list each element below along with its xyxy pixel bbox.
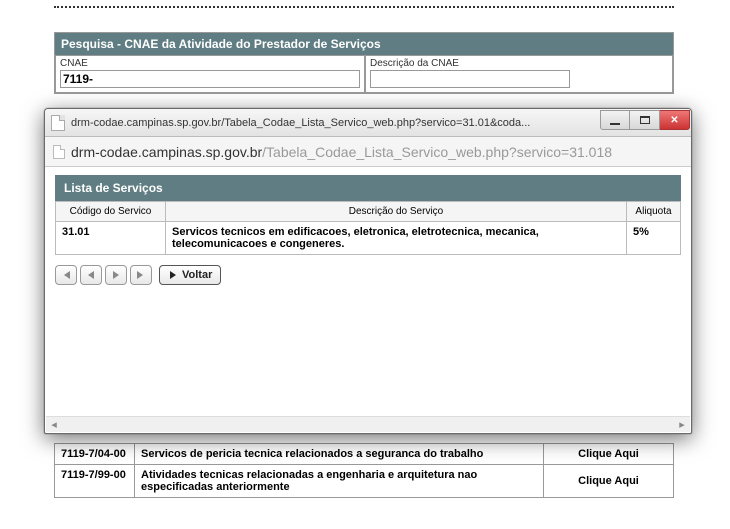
background-results-table: 7119-7/04-00 Servicos de pericia tecnica… xyxy=(54,443,674,498)
first-page-button[interactable] xyxy=(55,265,77,285)
table-row: 7119-7/99-00 Atividades tecnicas relacio… xyxy=(55,465,674,498)
back-label: Voltar xyxy=(182,269,212,281)
page-icon xyxy=(53,145,65,159)
close-button[interactable]: ✕ xyxy=(660,110,690,130)
scroll-track[interactable] xyxy=(62,417,674,433)
cnae-field-cell: CNAE xyxy=(55,55,365,93)
cnae-code: 7119-7/04-00 xyxy=(55,444,135,465)
page-icon xyxy=(51,115,65,131)
col-code-header: Código do Servico xyxy=(56,202,166,222)
cnae-label: CNAE xyxy=(60,58,360,69)
col-desc-header: Descrição do Serviço xyxy=(166,202,627,222)
service-desc: Servicos tecnicos em edificacoes, eletro… xyxy=(166,222,627,255)
services-table: Código do Servico Descrição do Serviço A… xyxy=(55,201,681,255)
next-page-button[interactable] xyxy=(105,265,127,285)
popup-body: Lista de Serviços Código do Servico Desc… xyxy=(45,167,691,415)
click-here-link[interactable]: Clique Aqui xyxy=(544,444,674,465)
prev-page-button[interactable] xyxy=(80,265,102,285)
address-bar[interactable]: drm-codae.campinas.sp.gov.br/Tabela_Coda… xyxy=(45,137,691,167)
horizontal-scrollbar[interactable]: ◂ ▸ xyxy=(46,416,690,432)
cnae-input[interactable] xyxy=(60,70,360,88)
window-title: drm-codae.campinas.sp.gov.br/Tabela_Coda… xyxy=(71,117,600,129)
address-path: /Tabela_Codae_Lista_Servico_web.php?serv… xyxy=(262,144,612,160)
cnae-code: 7119-7/99-00 xyxy=(55,465,135,498)
pagination-row: Voltar xyxy=(55,265,681,285)
window-titlebar[interactable]: drm-codae.campinas.sp.gov.br/Tabela_Coda… xyxy=(45,109,691,137)
address-host: drm-codae.campinas.sp.gov.br xyxy=(71,144,262,160)
desc-label: Descrição da CNAE xyxy=(370,58,668,69)
click-here-link[interactable]: Clique Aqui xyxy=(544,465,674,498)
col-aliq-header: Aliquota xyxy=(627,202,681,222)
cnae-desc: Servicos de pericia tecnica relacionados… xyxy=(135,444,544,465)
address-text: drm-codae.campinas.sp.gov.br/Tabela_Coda… xyxy=(71,144,612,160)
service-code: 31.01 xyxy=(56,222,166,255)
minimize-button[interactable] xyxy=(600,110,630,130)
table-row: 7119-7/04-00 Servicos de pericia tecnica… xyxy=(55,444,674,465)
scroll-right-icon[interactable]: ▸ xyxy=(674,417,690,433)
service-aliq: 5% xyxy=(627,222,681,255)
table-row: 31.01 Servicos tecnicos em edificacoes, … xyxy=(56,222,681,255)
search-title: Pesquisa - CNAE da Atividade do Prestado… xyxy=(55,33,673,55)
table-header-row: Código do Servico Descrição do Serviço A… xyxy=(56,202,681,222)
desc-field-cell: Descrição da CNAE xyxy=(365,55,673,93)
search-panel: Pesquisa - CNAE da Atividade do Prestado… xyxy=(54,32,674,94)
separator-dots xyxy=(54,6,674,14)
maximize-button[interactable] xyxy=(630,110,660,130)
last-page-button[interactable] xyxy=(130,265,152,285)
cnae-desc: Atividades tecnicas relacionadas a engen… xyxy=(135,465,544,498)
desc-input[interactable] xyxy=(370,70,570,88)
back-button[interactable]: Voltar xyxy=(159,265,221,285)
list-title: Lista de Serviços xyxy=(55,175,681,201)
scroll-left-icon[interactable]: ◂ xyxy=(46,417,62,433)
play-icon xyxy=(168,270,178,280)
popup-window: drm-codae.campinas.sp.gov.br/Tabela_Coda… xyxy=(44,108,692,434)
